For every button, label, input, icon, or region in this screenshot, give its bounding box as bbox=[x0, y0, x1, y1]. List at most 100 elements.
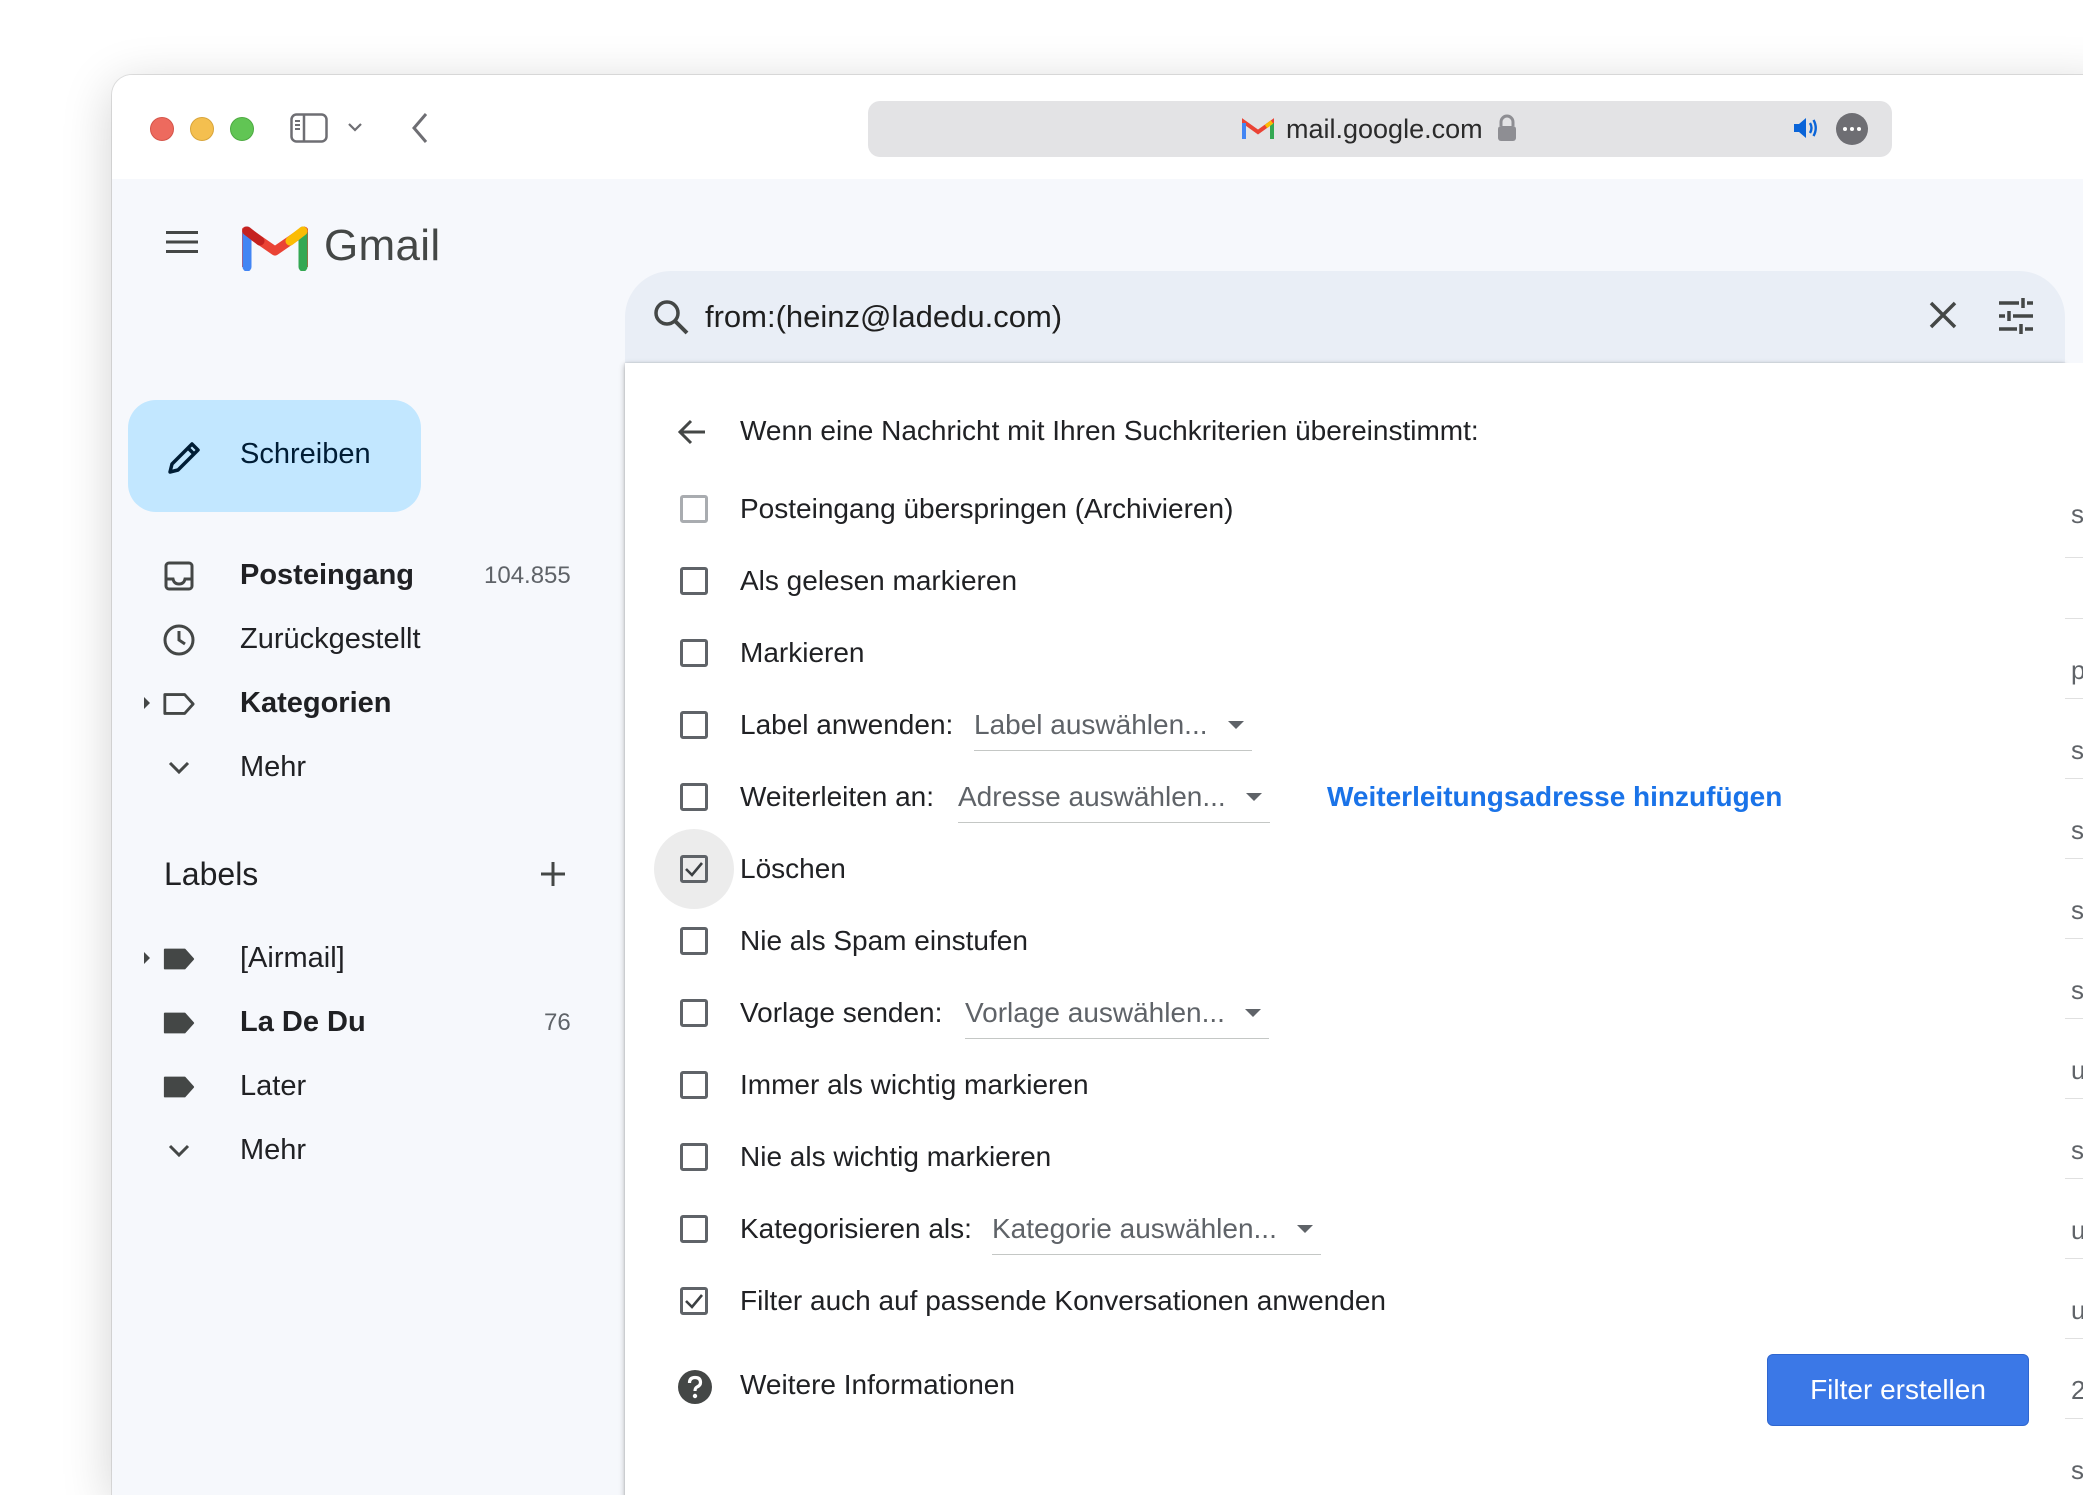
clock-icon bbox=[162, 623, 196, 657]
nav-label: Kategorien bbox=[240, 687, 392, 719]
search-input[interactable]: from:(heinz@ladedu.com) bbox=[705, 299, 1062, 335]
clipped-text: p bbox=[2071, 655, 2083, 685]
template-select[interactable]: Vorlage auswählen... bbox=[965, 997, 1269, 1039]
create-filter-button[interactable]: Filter erstellen bbox=[1767, 1354, 2029, 1426]
sidebar-toggle-icon[interactable] bbox=[290, 113, 328, 143]
label-item-airmail[interactable]: [Airmail] bbox=[112, 928, 582, 988]
row-divider bbox=[2065, 1258, 2083, 1259]
audio-playing-icon[interactable] bbox=[1792, 115, 1820, 146]
more-options-icon[interactable] bbox=[1836, 113, 1868, 145]
row-divider bbox=[2065, 557, 2083, 558]
caret-right-icon[interactable] bbox=[142, 950, 152, 971]
nav-item-inbox[interactable]: Posteingang 104.855 bbox=[112, 545, 582, 605]
label-item-more[interactable]: Mehr bbox=[112, 1120, 582, 1180]
option-label: Posteingang überspringen (Archivieren) bbox=[740, 493, 1234, 524]
label-name: [Airmail] bbox=[240, 942, 345, 974]
help-icon[interactable] bbox=[677, 1369, 713, 1410]
option-skip-inbox[interactable]: Posteingang überspringen (Archivieren) bbox=[625, 481, 2065, 541]
checkbox-unchecked[interactable] bbox=[680, 639, 708, 667]
option-send-template[interactable]: Vorlage senden: Vorlage auswählen... bbox=[625, 985, 2065, 1045]
option-always-important[interactable]: Immer als wichtig markieren bbox=[625, 1057, 2065, 1117]
option-delete[interactable]: Löschen bbox=[625, 829, 2065, 909]
checkbox-unchecked[interactable] bbox=[680, 567, 708, 595]
checkbox-unchecked[interactable] bbox=[680, 1215, 708, 1243]
option-label: Nie als Spam einstufen bbox=[740, 925, 1028, 956]
checkbox-unchecked[interactable] bbox=[680, 783, 708, 811]
category-select[interactable]: Kategorie auswählen... bbox=[992, 1213, 1321, 1255]
checkbox-unchecked[interactable] bbox=[680, 999, 708, 1027]
option-forward[interactable]: Weiterleiten an: Adresse auswählen... We… bbox=[625, 769, 2065, 829]
minimize-window-button[interactable] bbox=[190, 117, 214, 141]
caret-right-icon[interactable] bbox=[142, 695, 152, 716]
background-message-list: s p s s s s u s u u 2 s bbox=[2065, 363, 2083, 1495]
checkbox-checked[interactable] bbox=[680, 855, 708, 883]
clipped-text: s bbox=[2071, 1135, 2083, 1165]
option-mark-read[interactable]: Als gelesen markieren bbox=[625, 553, 2065, 613]
label-filled-icon bbox=[162, 942, 196, 976]
address-select[interactable]: Adresse auswählen... bbox=[958, 781, 1270, 823]
option-never-spam[interactable]: Nie als Spam einstufen bbox=[625, 913, 2065, 973]
search-bar[interactable]: from:(heinz@ladedu.com) bbox=[625, 271, 2065, 363]
lock-icon bbox=[1496, 113, 1518, 148]
label-name: Mehr bbox=[240, 1134, 307, 1166]
compose-button[interactable]: Schreiben bbox=[128, 400, 421, 512]
gmail-logo-icon[interactable] bbox=[241, 219, 309, 276]
back-arrow-icon[interactable] bbox=[410, 111, 430, 145]
nav-item-more[interactable]: Mehr bbox=[112, 737, 582, 797]
label-filled-icon bbox=[162, 1006, 196, 1040]
option-star[interactable]: Markieren bbox=[625, 625, 2065, 685]
chevron-down-icon bbox=[162, 751, 196, 785]
option-apply-to-matching[interactable]: Filter auch auf passende Konversationen … bbox=[625, 1273, 2065, 1333]
option-label: Weiterleiten an: bbox=[740, 781, 935, 812]
dropdown-arrow-icon bbox=[1227, 721, 1244, 729]
label-name: La De Du bbox=[240, 1006, 366, 1038]
gmail-favicon-icon bbox=[1242, 117, 1274, 146]
row-divider bbox=[2065, 1178, 2083, 1179]
checkbox-unchecked[interactable] bbox=[680, 495, 708, 523]
pencil-icon bbox=[164, 438, 204, 483]
row-divider bbox=[2065, 1418, 2083, 1419]
checkbox-checked[interactable] bbox=[680, 1287, 708, 1315]
option-label: Kategorisieren als: bbox=[740, 1213, 972, 1244]
help-link[interactable]: Weitere Informationen bbox=[740, 1369, 1015, 1401]
label-item-la-de-du[interactable]: La De Du 76 bbox=[112, 992, 582, 1052]
browser-window: mail.google.com Gmail Schreiben Posteing… bbox=[112, 75, 2083, 1495]
browser-titlebar: mail.google.com bbox=[112, 75, 2083, 179]
select-value: Label auswählen... bbox=[974, 709, 1208, 740]
checkbox-unchecked[interactable] bbox=[680, 1143, 708, 1171]
compose-label: Schreiben bbox=[240, 438, 371, 470]
add-forwarding-address-link[interactable]: Weiterleitungsadresse hinzufügen bbox=[1327, 781, 1782, 813]
check-icon bbox=[685, 862, 703, 877]
clipped-text: s bbox=[2071, 1455, 2083, 1485]
row-divider bbox=[2065, 938, 2083, 939]
clear-search-icon[interactable] bbox=[1925, 297, 1961, 338]
address-bar[interactable]: mail.google.com bbox=[868, 101, 1892, 157]
search-icon[interactable] bbox=[651, 297, 691, 342]
nav-item-categories[interactable]: Kategorien bbox=[112, 673, 582, 733]
close-window-button[interactable] bbox=[150, 117, 174, 141]
checkbox-unchecked[interactable] bbox=[680, 711, 708, 739]
label-name: Later bbox=[240, 1070, 307, 1102]
row-divider bbox=[2065, 618, 2083, 619]
nav-item-snoozed[interactable]: Zurückgestellt bbox=[112, 609, 582, 669]
option-categorize[interactable]: Kategorisieren als: Kategorie auswählen.… bbox=[625, 1201, 2065, 1261]
search-options-icon[interactable] bbox=[1995, 295, 2037, 342]
back-arrow-icon[interactable] bbox=[675, 415, 709, 454]
nav-label: Posteingang bbox=[240, 559, 415, 591]
chevron-down-icon[interactable] bbox=[347, 121, 363, 133]
dropdown-arrow-icon bbox=[1296, 1225, 1313, 1233]
checkbox-unchecked[interactable] bbox=[680, 927, 708, 955]
option-label: Filter auch auf passende Konversationen … bbox=[740, 1285, 1386, 1316]
gmail-app: Gmail Schreiben Posteingang 104.855 Zurü… bbox=[112, 179, 2083, 1495]
checkbox-unchecked[interactable] bbox=[680, 1071, 708, 1099]
label-item-later[interactable]: Later bbox=[112, 1056, 582, 1116]
option-never-important[interactable]: Nie als wichtig markieren bbox=[625, 1129, 2065, 1189]
option-label: Als gelesen markieren bbox=[740, 565, 1018, 596]
main-menu-icon[interactable] bbox=[162, 227, 202, 262]
option-apply-label[interactable]: Label anwenden: Label auswählen... bbox=[625, 697, 2065, 757]
add-label-icon[interactable] bbox=[538, 859, 568, 894]
label-select[interactable]: Label auswählen... bbox=[974, 709, 1252, 751]
label-filled-icon bbox=[162, 1070, 196, 1104]
maximize-window-button[interactable] bbox=[230, 117, 254, 141]
clipped-text: u bbox=[2071, 1295, 2083, 1325]
